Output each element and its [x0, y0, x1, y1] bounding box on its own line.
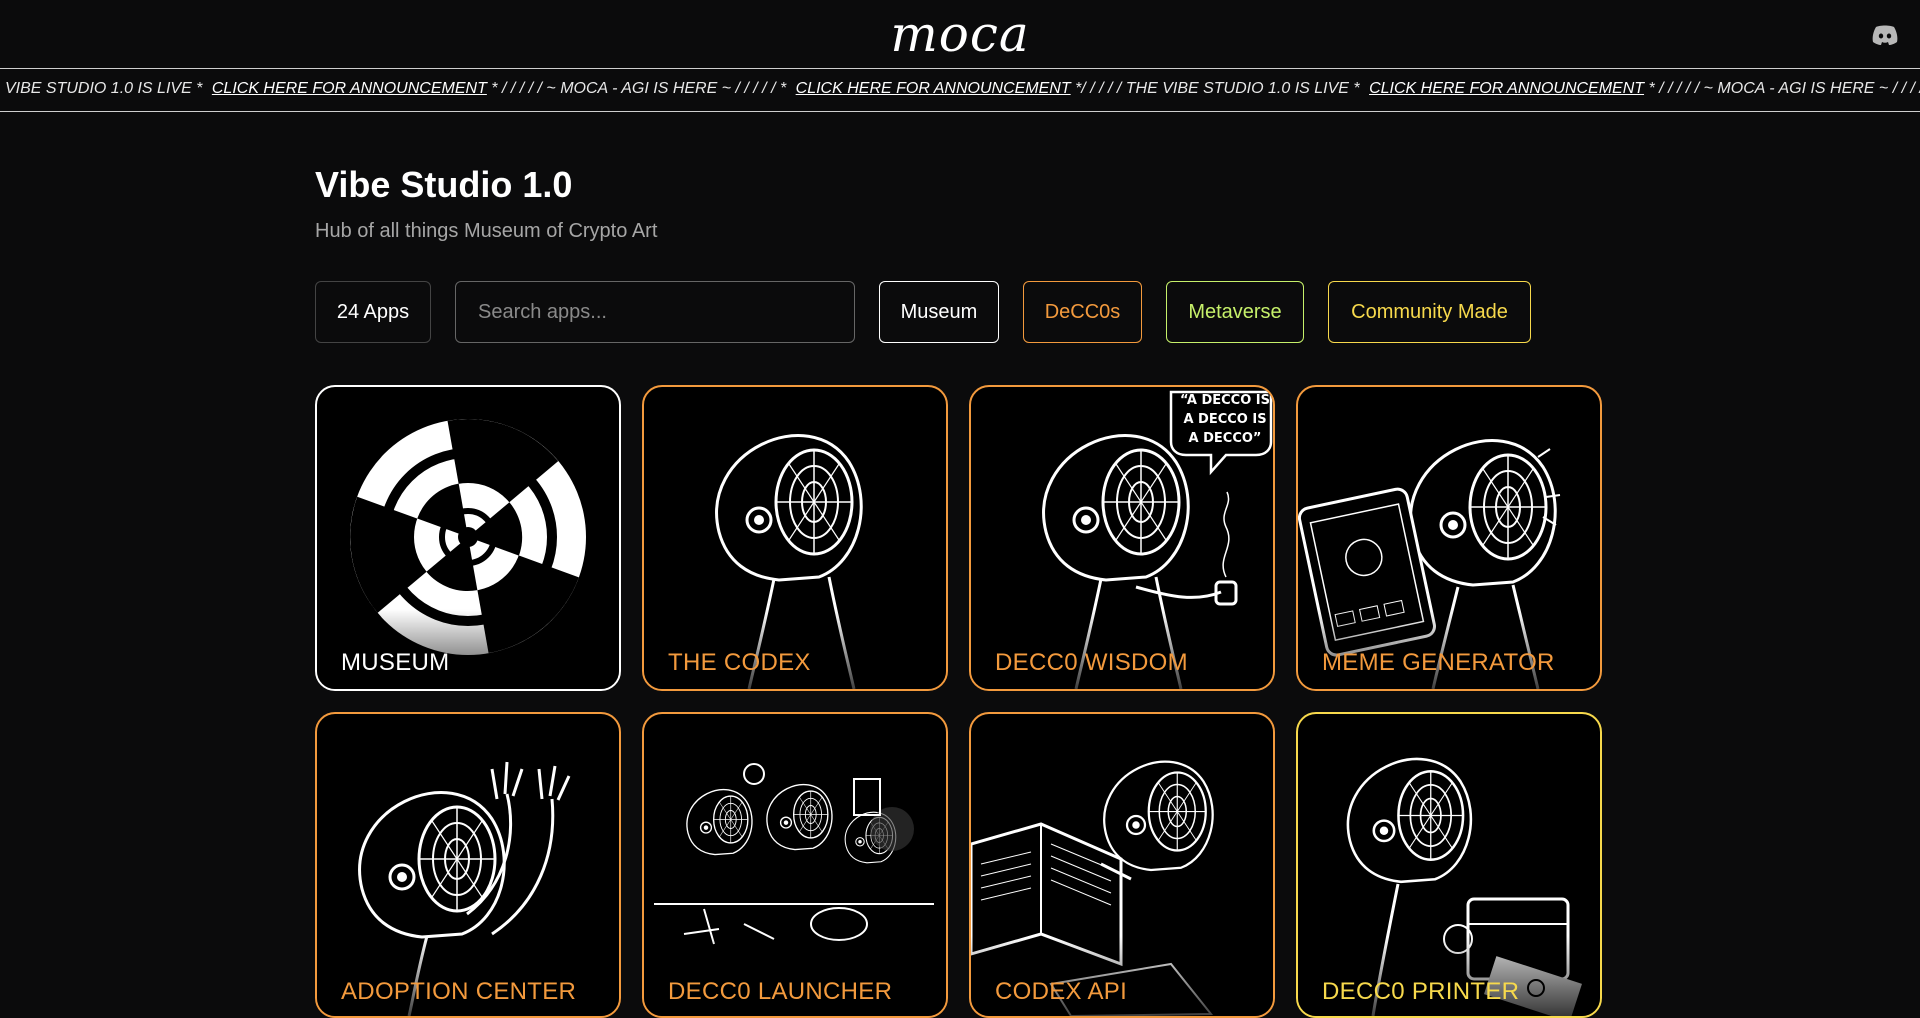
filter-metaverse-button[interactable]: Metaverse: [1166, 281, 1304, 343]
app-card-decc0-wisdom[interactable]: “A DECCO IS A DECCO IS A DECCO” DECC0 WI…: [969, 385, 1275, 691]
ticker-text: * / / / / / ~ MOCA - AGI IS HERE ~ / / /…: [491, 80, 786, 97]
app-card-label: DECC0 PRINTER: [1322, 978, 1519, 1006]
app-card-label: CODEX API: [995, 978, 1127, 1006]
search-input[interactable]: [476, 300, 834, 325]
top-bar: moca: [0, 0, 1920, 68]
announcement-link[interactable]: CLICK HERE FOR ANNOUNCEMENT: [796, 80, 1071, 97]
app-card-decc0-launcher[interactable]: DECC0 LAUNCHER: [642, 712, 948, 1018]
filter-museum-button[interactable]: Museum: [879, 281, 999, 343]
app-card-label: DECC0 LAUNCHER: [668, 978, 892, 1006]
app-count-badge: 24 Apps: [315, 281, 431, 343]
announcement-link[interactable]: CLICK HERE FOR ANNOUNCEMENT: [212, 80, 487, 97]
app-card-meme-generator[interactable]: MEME GENERATOR: [1296, 385, 1602, 691]
app-card-museum[interactable]: MUSEUM: [315, 385, 621, 691]
app-card-decc0-printer[interactable]: DECC0 PRINTER: [1296, 712, 1602, 1018]
app-card-label: MEME GENERATOR: [1322, 649, 1555, 677]
app-card-codex-api[interactable]: CODEX API: [969, 712, 1275, 1018]
app-card-adoption-center[interactable]: ADOPTION CENTER: [315, 712, 621, 1018]
moca-logo[interactable]: moca: [0, 6, 1920, 62]
filter-community-made-button[interactable]: Community Made: [1328, 281, 1531, 343]
page-title: Vibe Studio 1.0: [315, 164, 572, 206]
filter-deccos-button[interactable]: DeCC0s: [1023, 281, 1142, 343]
app-card-label: DECC0 WISDOM: [995, 649, 1188, 677]
ticker-text: VIBE STUDIO 1.0 IS LIVE *: [5, 80, 202, 97]
ticker-track: VIBE STUDIO 1.0 IS LIVE * CLICK HERE FOR…: [5, 80, 1920, 98]
announcement-link[interactable]: CLICK HERE FOR ANNOUNCEMENT: [1369, 80, 1644, 97]
discord-icon[interactable]: [1872, 24, 1898, 46]
search-box[interactable]: [455, 281, 855, 343]
ticker-text: */ / / / / THE VIBE STUDIO 1.0 IS LIVE *: [1075, 80, 1360, 97]
app-card-label: THE CODEX: [668, 649, 811, 677]
page-subtitle: Hub of all things Museum of Crypto Art: [315, 220, 657, 243]
app-card-label: MUSEUM: [341, 649, 449, 677]
app-card-label: ADOPTION CENTER: [341, 978, 576, 1006]
announcement-ticker: VIBE STUDIO 1.0 IS LIVE * CLICK HERE FOR…: [0, 68, 1920, 112]
speech-bubble: “A DECCO IS A DECCO IS A DECCO”: [1169, 391, 1275, 448]
ticker-text: * / / / / / ~ MOCA - AGI IS HERE ~ / / /…: [1649, 80, 1920, 97]
app-card-the-codex[interactable]: THE CODEX: [642, 385, 948, 691]
